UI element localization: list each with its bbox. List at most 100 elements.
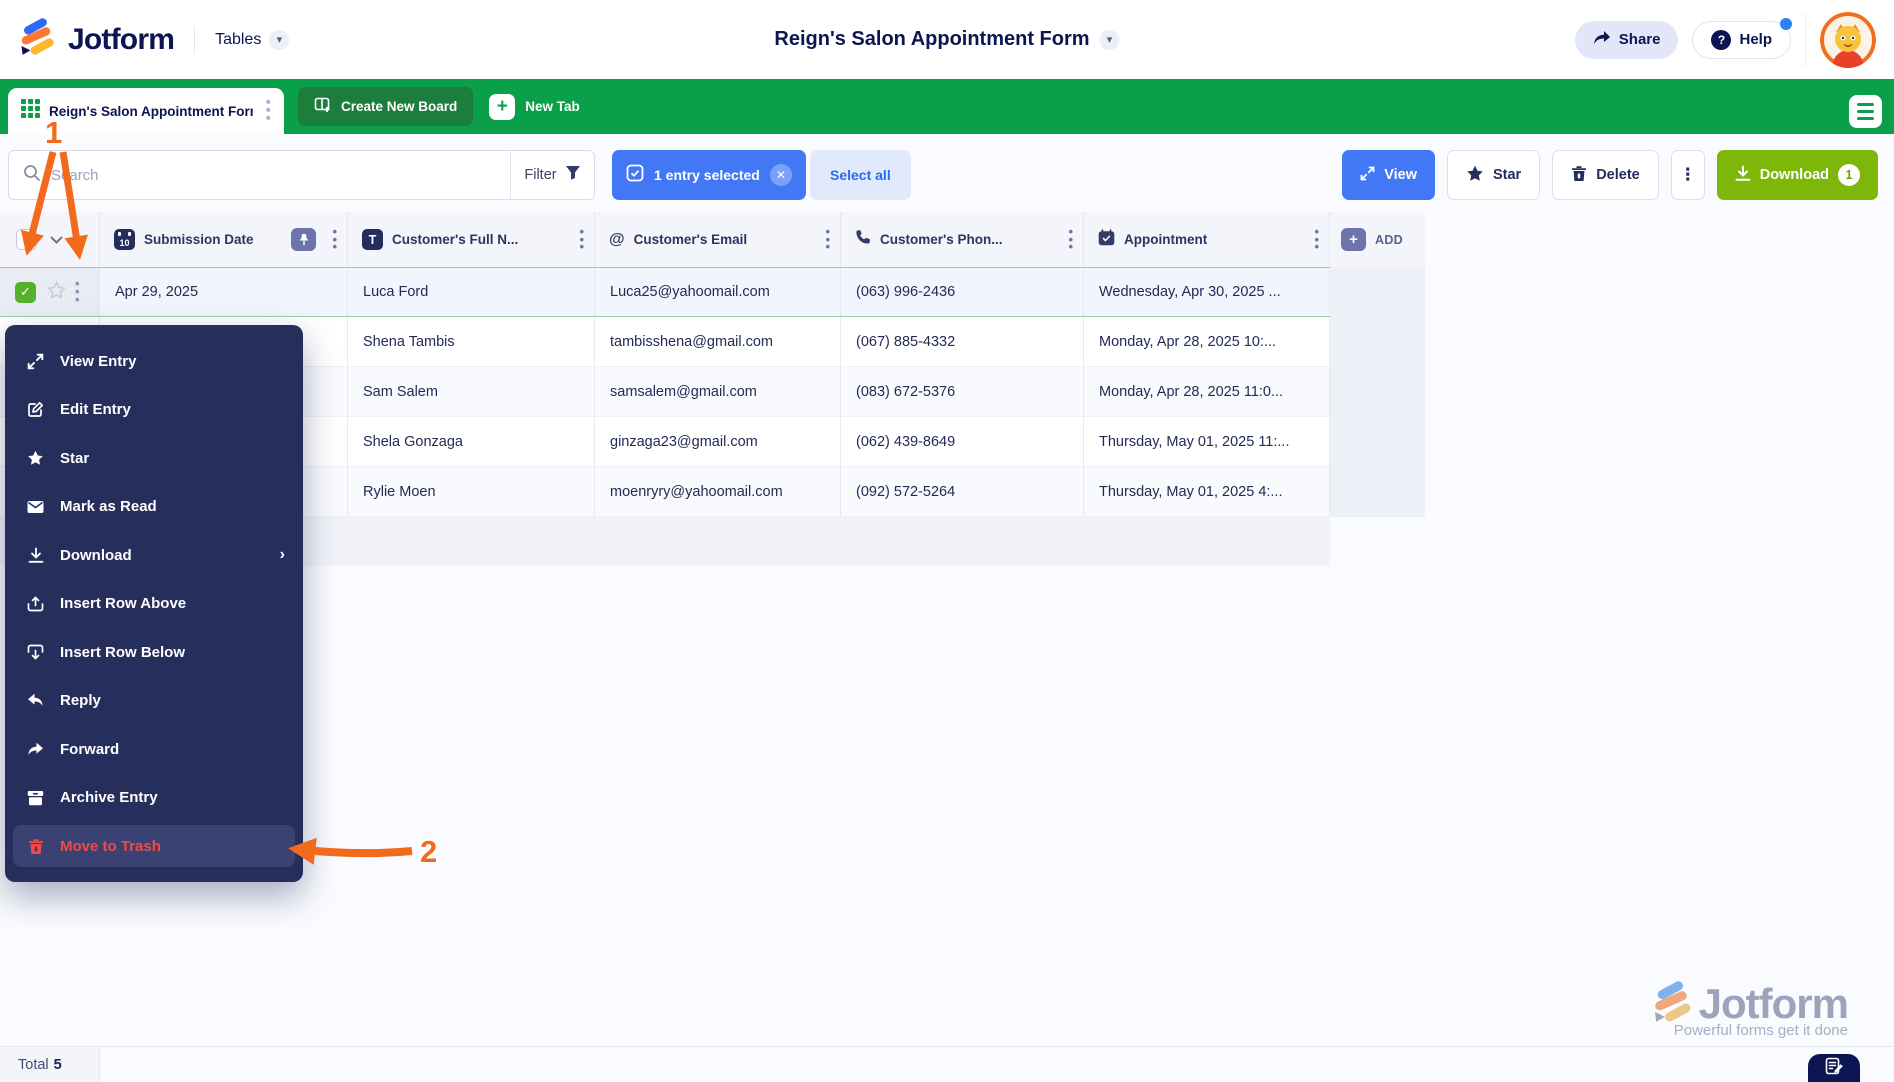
column-menu-icon[interactable]: ••• xyxy=(579,228,584,251)
menu-item-move-to-trash[interactable]: Move to Trash xyxy=(13,825,295,867)
cell-full-name[interactable]: Sam Salem xyxy=(348,367,595,417)
row-menu-icon[interactable]: ••• xyxy=(75,280,80,303)
user-avatar[interactable] xyxy=(1820,12,1876,68)
menu-item-label: Download xyxy=(60,547,132,564)
expand-icon xyxy=(26,353,45,370)
cell-phone[interactable]: (092) 572-5264 xyxy=(841,467,1084,517)
column-header-full-name[interactable]: T Customer's Full N... ••• xyxy=(348,212,595,267)
cell-full-name[interactable]: Shela Gonzaga xyxy=(348,417,595,467)
menu-item-star[interactable]: Star xyxy=(5,434,303,483)
cell-email[interactable]: Luca25@yahoomail.com xyxy=(595,268,841,316)
download-button[interactable]: Download 1 xyxy=(1717,150,1878,200)
menu-item-label: Move to Trash xyxy=(60,838,161,855)
form-title-group[interactable]: Reign's Salon Appointment Form ▾ xyxy=(774,0,1119,79)
view-label: View xyxy=(1384,167,1417,183)
column-menu-icon[interactable]: ••• xyxy=(1314,228,1319,251)
pin-icon[interactable] xyxy=(291,228,316,251)
cell-email[interactable]: tambisshena@gmail.com xyxy=(595,317,841,367)
entries-selected-button[interactable]: 1 entry selected ✕ xyxy=(612,150,806,200)
column-menu-icon[interactable]: ••• xyxy=(1068,228,1073,251)
header-gutter xyxy=(0,212,100,267)
column-header-appointment[interactable]: Appointment ••• xyxy=(1084,212,1330,267)
menu-item-insert-row-below[interactable]: Insert Row Below xyxy=(5,628,303,677)
cell-full-name[interactable]: Rylie Moen xyxy=(348,467,595,517)
menu-item-label: Mark as Read xyxy=(60,498,157,515)
cell-appointment[interactable]: Monday, Apr 28, 2025 10:... xyxy=(1084,317,1330,367)
menu-item-label: Star xyxy=(60,450,89,467)
cell-appointment[interactable]: Monday, Apr 28, 2025 11:0... xyxy=(1084,367,1330,417)
product-switcher[interactable]: Tables ▾ xyxy=(215,30,289,50)
help-button[interactable]: ? Help xyxy=(1692,21,1791,59)
column-header-phone[interactable]: Customer's Phon... ••• xyxy=(841,212,1084,267)
menu-item-insert-row-above[interactable]: Insert Row Above xyxy=(5,580,303,629)
chevron-down-icon[interactable] xyxy=(50,231,63,249)
annotation-step-2: 2 xyxy=(420,834,437,869)
menu-item-view-entry[interactable]: View Entry xyxy=(5,337,303,386)
new-tab-label: New Tab xyxy=(525,99,580,114)
cell-submission-date[interactable]: Apr 29, 2025 xyxy=(100,268,348,316)
expand-icon xyxy=(1360,166,1375,185)
column-header-submission-date[interactable]: 10 Submission Date ••• xyxy=(100,212,348,267)
download-label: Download xyxy=(1760,167,1829,183)
grid-icon xyxy=(21,99,40,123)
create-new-board-button[interactable]: Create New Board xyxy=(298,87,473,126)
row-star-icon[interactable] xyxy=(47,281,66,304)
menu-item-label: Forward xyxy=(60,741,119,758)
column-label: Customer's Email xyxy=(634,232,748,247)
cell-appointment[interactable]: Thursday, May 01, 2025 11:... xyxy=(1084,417,1330,467)
cell-email[interactable]: moenryry@yahoomail.com xyxy=(595,467,841,517)
add-column-label: ADD xyxy=(1375,233,1403,247)
cell-phone[interactable]: (062) 439-8649 xyxy=(841,417,1084,467)
tab-more-icon[interactable]: ••• xyxy=(262,99,274,124)
search-icon xyxy=(23,164,41,187)
view-button[interactable]: View xyxy=(1342,150,1435,200)
column-label: Customer's Full N... xyxy=(392,232,518,247)
board-menu-button[interactable] xyxy=(1849,95,1882,128)
select-all-checkbox[interactable] xyxy=(16,229,37,250)
new-tab-button[interactable]: + New Tab xyxy=(489,87,580,126)
menu-item-forward[interactable]: Forward xyxy=(5,725,303,774)
jotform-logo-text: Jotform xyxy=(68,23,174,57)
menu-item-download[interactable]: Download › xyxy=(5,531,303,580)
active-sheet-tab[interactable]: Reign's Salon Appointment Form ••• xyxy=(8,88,284,134)
add-column-button[interactable]: + ADD xyxy=(1330,212,1425,267)
select-all-label: Select all xyxy=(830,167,891,183)
cell-phone[interactable]: (083) 672-5376 xyxy=(841,367,1084,417)
filter-button[interactable]: Filter xyxy=(510,151,594,199)
jotform-watermark: Jotform Powerful forms get it done xyxy=(1651,980,1848,1039)
cell-phone[interactable]: (067) 885-4332 xyxy=(841,317,1084,367)
share-button[interactable]: Share xyxy=(1575,21,1679,59)
menu-item-archive-entry[interactable]: Archive Entry xyxy=(5,774,303,823)
table-row[interactable]: ✓ ••• Apr 29, 2025 Luca Ford Luca25@yaho… xyxy=(0,267,1425,317)
logo-group[interactable]: Jotform Tables ▾ xyxy=(0,18,289,61)
cell-full-name[interactable]: Shena Tambis xyxy=(348,317,595,367)
column-menu-icon[interactable]: ••• xyxy=(825,228,830,251)
cell-email[interactable]: samsalem@gmail.com xyxy=(595,367,841,417)
column-menu-icon[interactable]: ••• xyxy=(332,228,337,251)
column-header-email[interactable]: @ Customer's Email ••• xyxy=(595,212,841,267)
delete-button[interactable]: Delete xyxy=(1552,150,1659,200)
star-icon xyxy=(26,450,45,466)
annotation-arrow-2 xyxy=(295,849,412,853)
calendar-check-icon xyxy=(1098,229,1115,251)
insert-row-below-icon xyxy=(26,644,45,661)
clear-selection-icon[interactable]: ✕ xyxy=(770,164,792,186)
cell-appointment[interactable]: Thursday, May 01, 2025 4:... xyxy=(1084,467,1330,517)
cell-email[interactable]: ginzaga23@gmail.com xyxy=(595,417,841,467)
jotform-logo-icon xyxy=(18,18,54,61)
menu-item-edit-entry[interactable]: Edit Entry xyxy=(5,386,303,435)
cell-full-name[interactable]: Luca Ford xyxy=(348,268,595,316)
row-context-menu: View Entry Edit Entry Star Mark as Read … xyxy=(5,325,303,882)
menu-item-reply[interactable]: Reply xyxy=(5,677,303,726)
select-all-button[interactable]: Select all xyxy=(810,150,911,200)
more-actions-button[interactable]: ⋮ xyxy=(1671,150,1705,200)
search-input[interactable] xyxy=(41,167,510,184)
star-button[interactable]: Star xyxy=(1447,150,1540,200)
trash-icon xyxy=(1571,165,1587,186)
cell-phone[interactable]: (063) 996-2436 xyxy=(841,268,1084,316)
cell-appointment[interactable]: Wednesday, Apr 30, 2025 ... xyxy=(1084,268,1330,316)
feedback-button[interactable] xyxy=(1808,1054,1860,1082)
row-checkbox-checked[interactable]: ✓ xyxy=(15,282,36,303)
menu-item-mark-as-read[interactable]: Mark as Read xyxy=(5,483,303,532)
tab-label: Reign's Salon Appointment Form xyxy=(49,104,253,119)
